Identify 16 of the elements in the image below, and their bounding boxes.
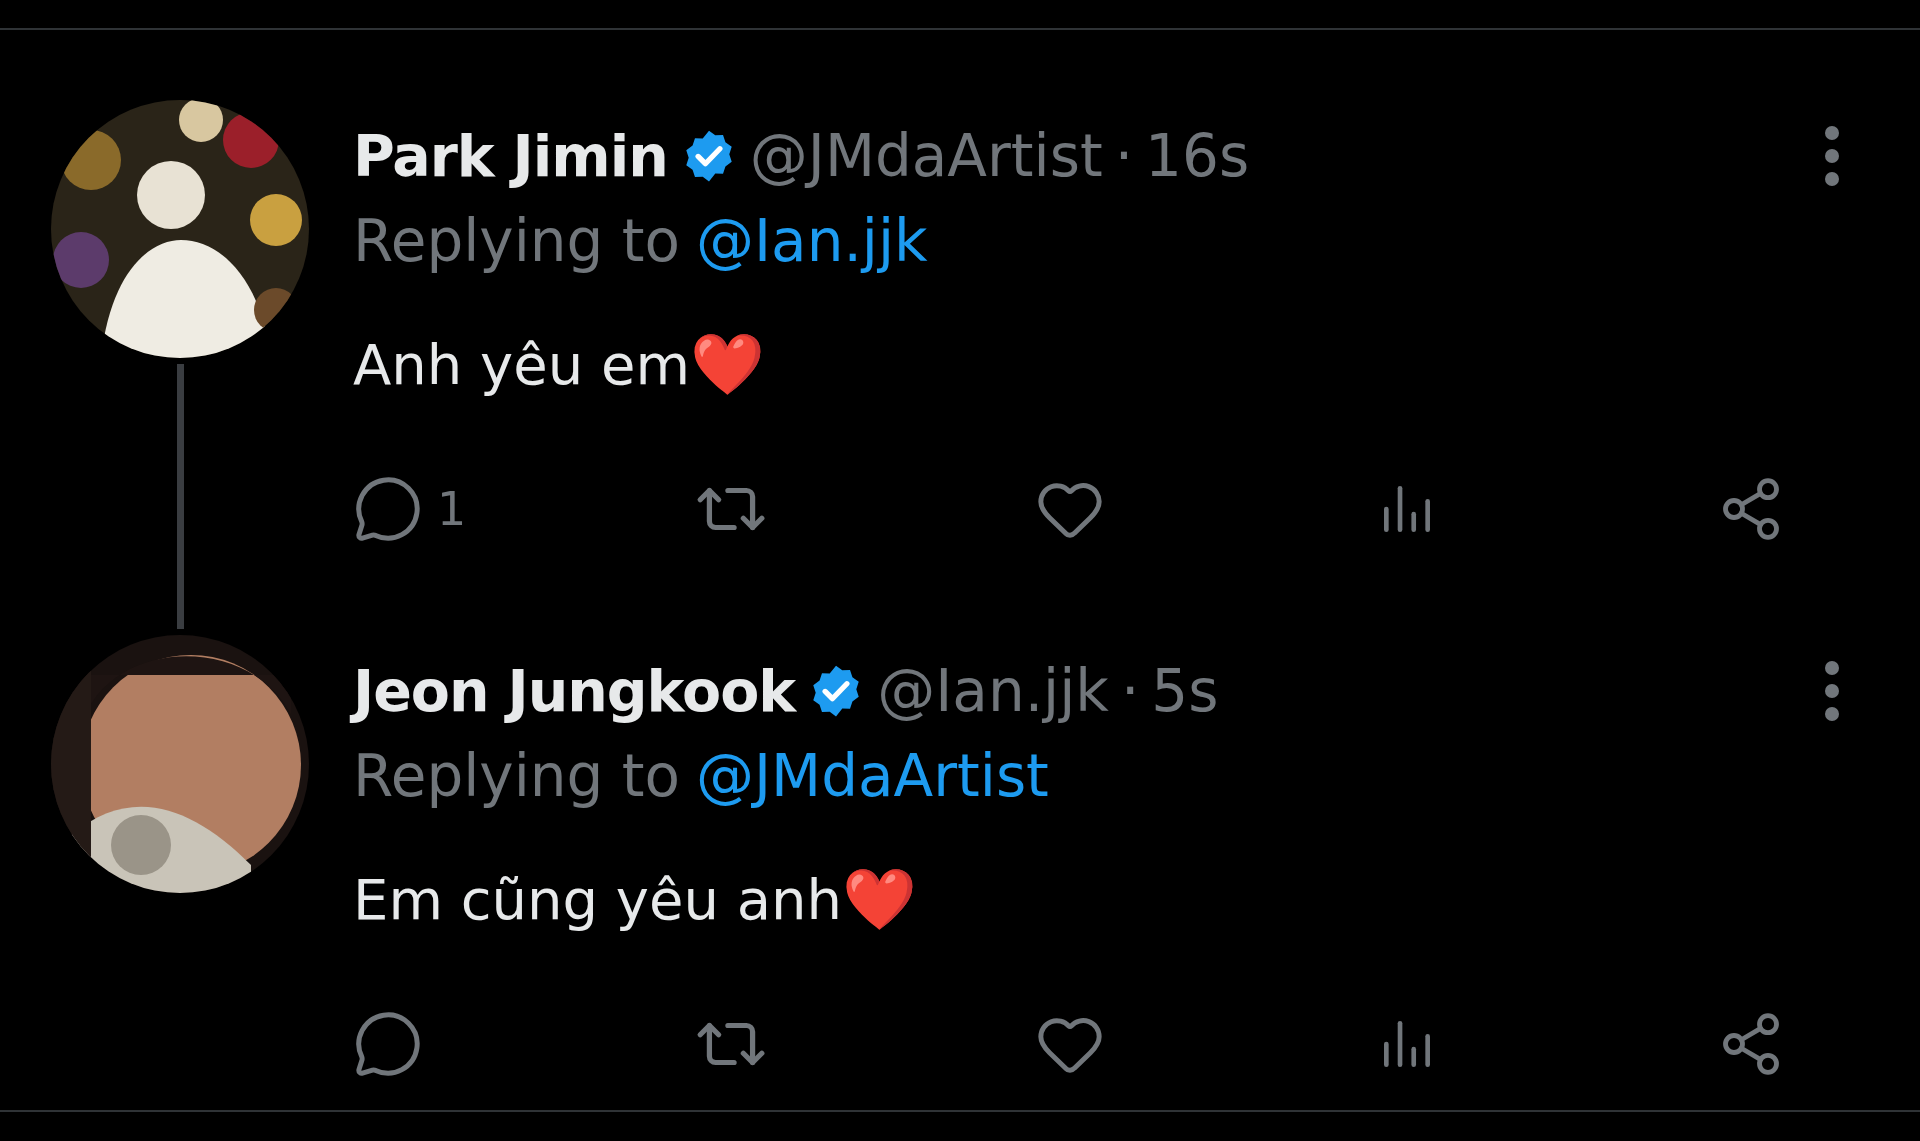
replying-to-label: Replying to	[353, 207, 680, 275]
heart-emoji: ❤	[690, 334, 765, 394]
heart-emoji: ❤	[842, 869, 918, 929]
user-handle: @Ian.jjk	[877, 657, 1109, 725]
replying-to-label: Replying to	[353, 742, 680, 810]
reply-count: 1	[437, 482, 467, 536]
tweet-text: Anh yêu em	[353, 331, 690, 397]
user-handle: @JMdaArtist	[749, 122, 1103, 190]
mention-link[interactable]: @JMdaArtist	[696, 742, 1049, 810]
display-name: Park Jimin	[353, 123, 668, 189]
mention-link[interactable]: @Ian.jjk	[696, 207, 928, 275]
tweet-text: Em cũng yêu anh	[353, 866, 843, 932]
separator-dot: ·	[1114, 122, 1134, 190]
separator-dot: ·	[1120, 657, 1140, 725]
timestamp: 16s	[1145, 122, 1250, 190]
timestamp: 5s	[1151, 657, 1219, 725]
